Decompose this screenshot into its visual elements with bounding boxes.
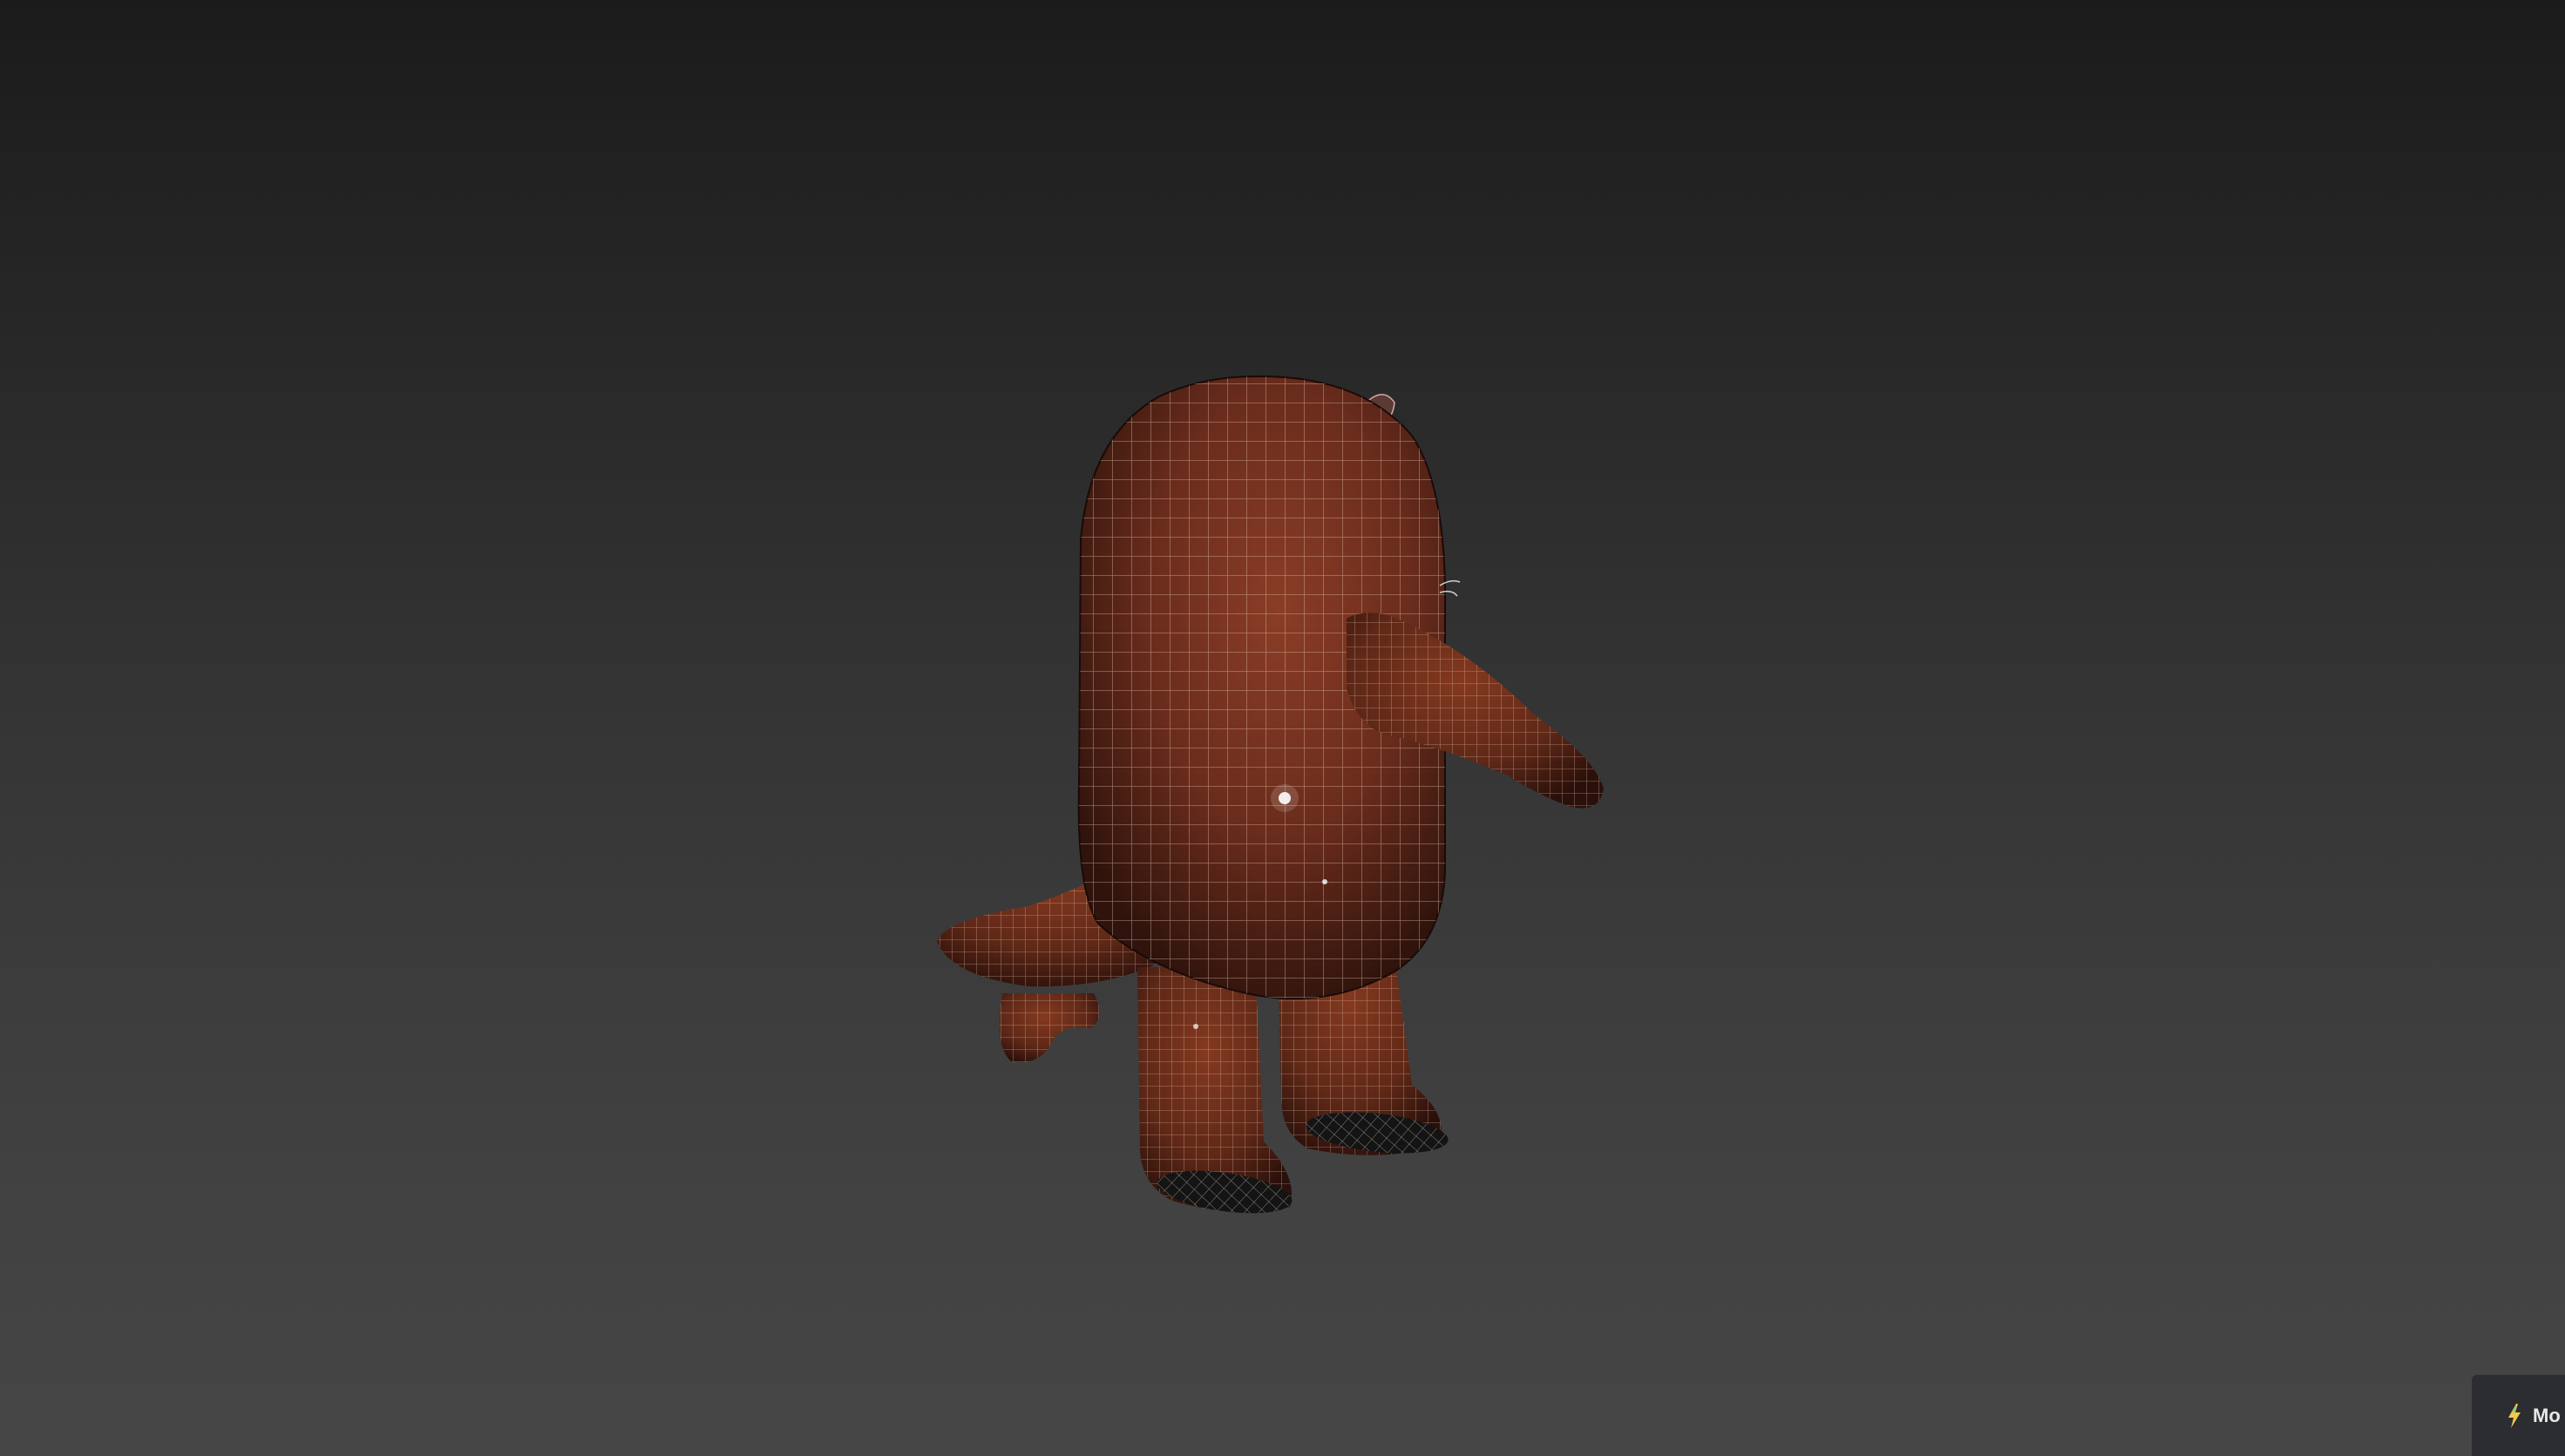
left-paw-shape — [999, 993, 1100, 1063]
character-model[interactable] — [0, 0, 2565, 1456]
assistant-tab-label: Mo — [2533, 1404, 2561, 1426]
left-leg-shape — [1137, 967, 1293, 1214]
3d-viewport[interactable]: Mo — [0, 0, 2565, 1456]
lightning-icon — [2508, 1403, 2521, 1428]
assistant-tab[interactable]: Mo — [2472, 1375, 2565, 1456]
